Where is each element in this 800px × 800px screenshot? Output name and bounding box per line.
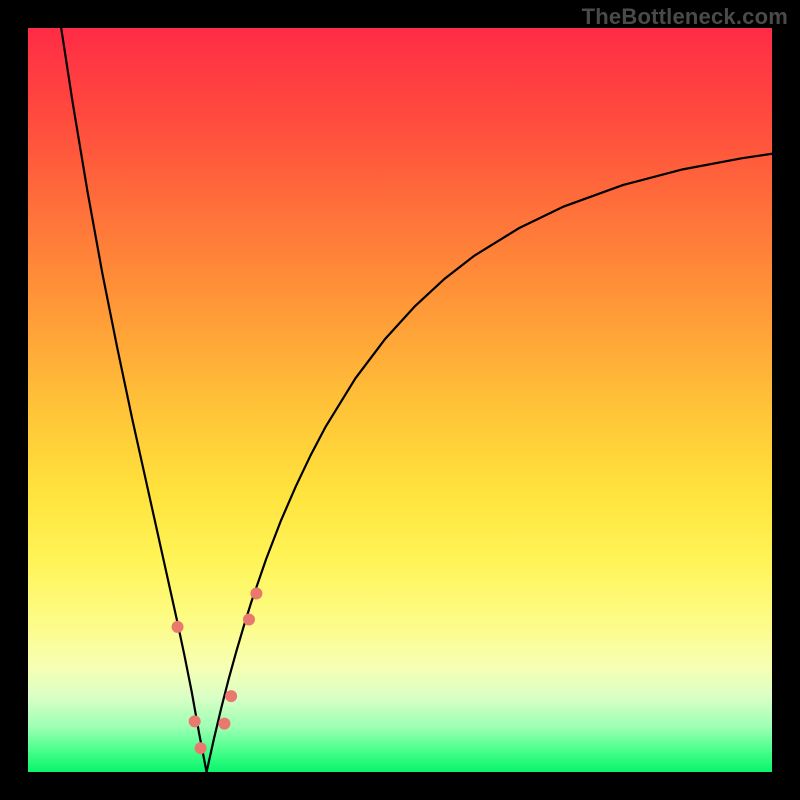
marker-dot — [250, 587, 262, 599]
marker-dot — [225, 690, 237, 702]
marker-dot — [243, 613, 255, 625]
marker-dot — [189, 715, 201, 727]
data-markers — [165, 534, 274, 765]
plot-area — [28, 28, 772, 772]
plot-svg — [28, 28, 772, 772]
marker-dot — [172, 621, 184, 633]
marker-dot — [195, 742, 207, 754]
chart-frame: TheBottleneck.com — [0, 0, 800, 800]
marker-dot — [218, 718, 230, 730]
watermark-text: TheBottleneck.com — [582, 4, 788, 30]
bottleneck-curve — [28, 0, 772, 772]
